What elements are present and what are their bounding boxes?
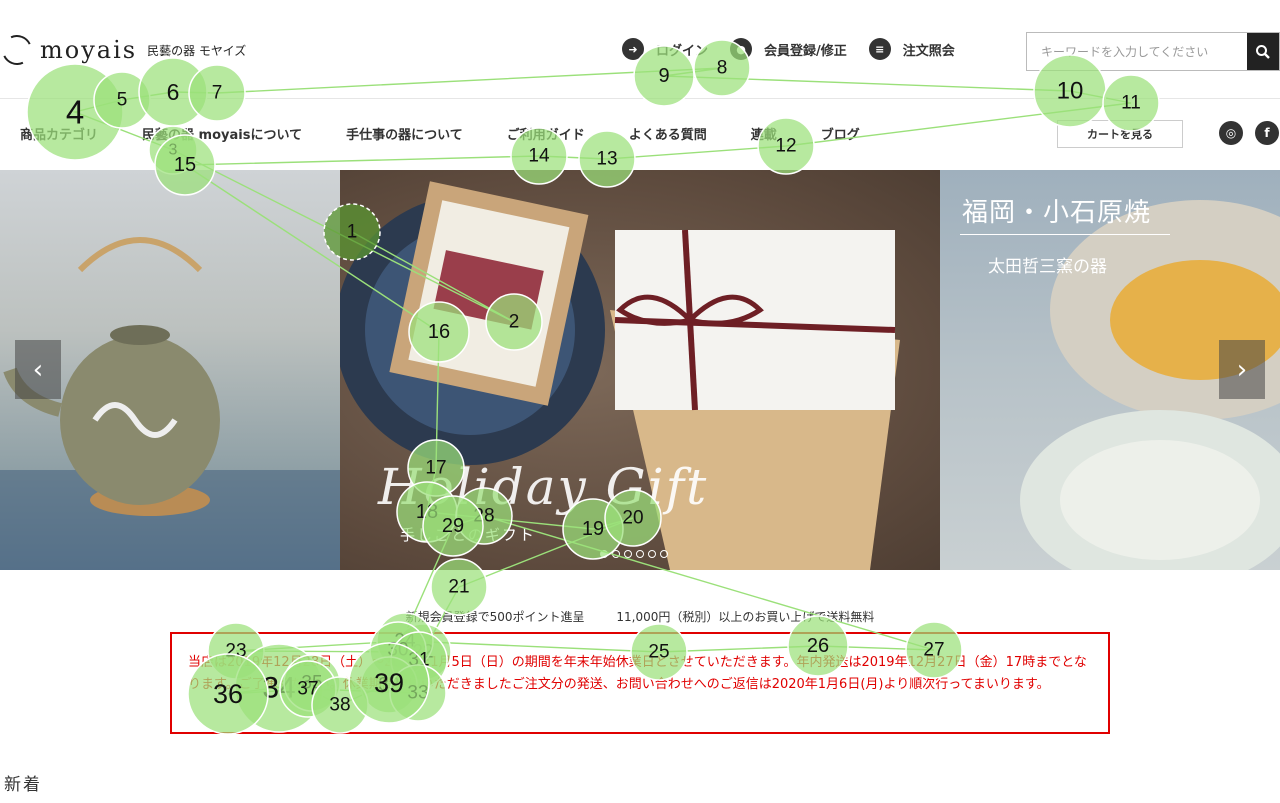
carousel-dot[interactable] bbox=[624, 550, 632, 558]
slide-right-title: 福岡・小石原焼 bbox=[962, 198, 1152, 228]
chevron-left-icon: ‹ bbox=[32, 354, 44, 385]
gaze-point-label: 14 bbox=[528, 146, 550, 167]
promo-bar: 新規会員登録で500ポイント進呈 11,000円（税別）以上のお買い上げで送料無… bbox=[0, 608, 1280, 625]
carousel-dot[interactable] bbox=[612, 550, 620, 558]
carousel-prev-button[interactable]: ‹ bbox=[15, 340, 61, 399]
promo-shipping[interactable]: 11,000円（税別）以上のお買い上げで送料無料 bbox=[616, 610, 874, 624]
login-link[interactable]: ➜ ログイン bbox=[622, 38, 708, 60]
site-logo[interactable]: moyais 民藝の器 モヤイズ bbox=[0, 30, 246, 70]
carousel-dot[interactable] bbox=[600, 550, 608, 558]
search-box bbox=[1026, 32, 1280, 71]
gaze-point-label: 10 bbox=[1057, 78, 1084, 105]
order-lookup-link[interactable]: ≡ 注文照会 bbox=[868, 38, 955, 60]
user-icon: ● bbox=[730, 38, 753, 60]
login-icon: ➜ bbox=[622, 38, 644, 60]
logo-subtitle: 民藝の器 モヤイズ bbox=[147, 43, 247, 58]
carousel-dot[interactable] bbox=[648, 550, 656, 558]
main-nav: 商品カテゴリ 民藝の器 moyaisについて 手仕事の器について ご利用ガイド … bbox=[20, 124, 904, 143]
carousel-dot[interactable] bbox=[660, 550, 668, 558]
order-lookup-label: 注文照会 bbox=[902, 43, 955, 59]
slide-holiday-gift[interactable]: Holiday Gift 手しごとのギフト bbox=[335, 170, 940, 570]
new-arrivals-heading: 新着 bbox=[4, 775, 42, 795]
list-icon: ≡ bbox=[868, 38, 891, 60]
gaze-point: 4 bbox=[26, 63, 124, 161]
search-icon bbox=[1256, 44, 1270, 59]
nav-item-blog[interactable]: ブログ bbox=[821, 124, 860, 143]
search-input[interactable] bbox=[1027, 33, 1247, 70]
register-label: 会員登録/修正 bbox=[764, 43, 847, 59]
gaze-point-label: 13 bbox=[596, 149, 617, 170]
header-divider bbox=[0, 98, 1280, 99]
gaze-point-label: 21 bbox=[448, 577, 469, 598]
carousel-next-button[interactable]: › bbox=[1219, 340, 1265, 399]
nav-item-handcraft[interactable]: 手仕事の器について bbox=[346, 124, 463, 143]
view-cart-button[interactable]: カートを見る bbox=[1057, 120, 1183, 148]
logo-mark-icon bbox=[0, 30, 37, 70]
slide-right-rule bbox=[960, 234, 1170, 235]
gaze-point-label: 7 bbox=[212, 83, 223, 104]
gaze-point-label: 3 bbox=[169, 142, 178, 159]
gaze-point: 7 bbox=[188, 64, 246, 122]
nav-item-about[interactable]: 民藝の器 moyaisについて bbox=[142, 124, 302, 143]
gaze-point: 5 bbox=[93, 71, 151, 129]
gaze-point-label: 8 bbox=[717, 58, 728, 79]
logo-text: moyais bbox=[40, 36, 138, 64]
slide-right-subtitle: 太田哲三窯の器 bbox=[988, 257, 1107, 277]
gaze-point-label: 11 bbox=[1121, 93, 1141, 114]
gaze-point-label: 5 bbox=[117, 90, 128, 111]
instagram-icon[interactable]: ◎ bbox=[1219, 121, 1243, 145]
gift-subtitle: 手しごとのギフト bbox=[400, 526, 536, 544]
gaze-point-label: 9 bbox=[658, 65, 669, 87]
facebook-icon[interactable]: f bbox=[1255, 121, 1279, 145]
nav-item-categories[interactable]: 商品カテゴリ bbox=[20, 124, 98, 143]
gift-title: Holiday Gift bbox=[378, 458, 709, 516]
carousel-dots bbox=[600, 550, 668, 558]
nav-item-faq[interactable]: よくある質問 bbox=[629, 124, 707, 143]
hero-carousel: Holiday Gift 手しごとのギフト 福岡・小石原焼 太田哲三窯の器 ‹ … bbox=[0, 170, 1280, 570]
chevron-right-icon: › bbox=[1236, 354, 1248, 385]
top-links: ➜ ログイン ● 会員登録/修正 ≡ 注文照会 bbox=[622, 38, 955, 60]
holiday-notice: 当店は2019年12月28日（土）～2020年1月5日（日）の期間を年末年始休業… bbox=[170, 632, 1110, 734]
register-link[interactable]: ● 会員登録/修正 bbox=[730, 38, 847, 60]
nav-item-guide[interactable]: ご利用ガイド bbox=[507, 124, 585, 143]
page: moyais 民藝の器 モヤイズ ➜ ログイン ● 会員登録/修正 ≡ 注文照会… bbox=[0, 0, 1280, 803]
promo-signup[interactable]: 新規会員登録で500ポイント進呈 bbox=[406, 610, 585, 624]
gaze-point-label: 6 bbox=[167, 79, 180, 105]
carousel-dot[interactable] bbox=[636, 550, 644, 558]
nav-item-series[interactable]: 連載 bbox=[751, 124, 777, 143]
search-button[interactable] bbox=[1247, 33, 1279, 70]
login-label: ログイン bbox=[656, 43, 709, 59]
